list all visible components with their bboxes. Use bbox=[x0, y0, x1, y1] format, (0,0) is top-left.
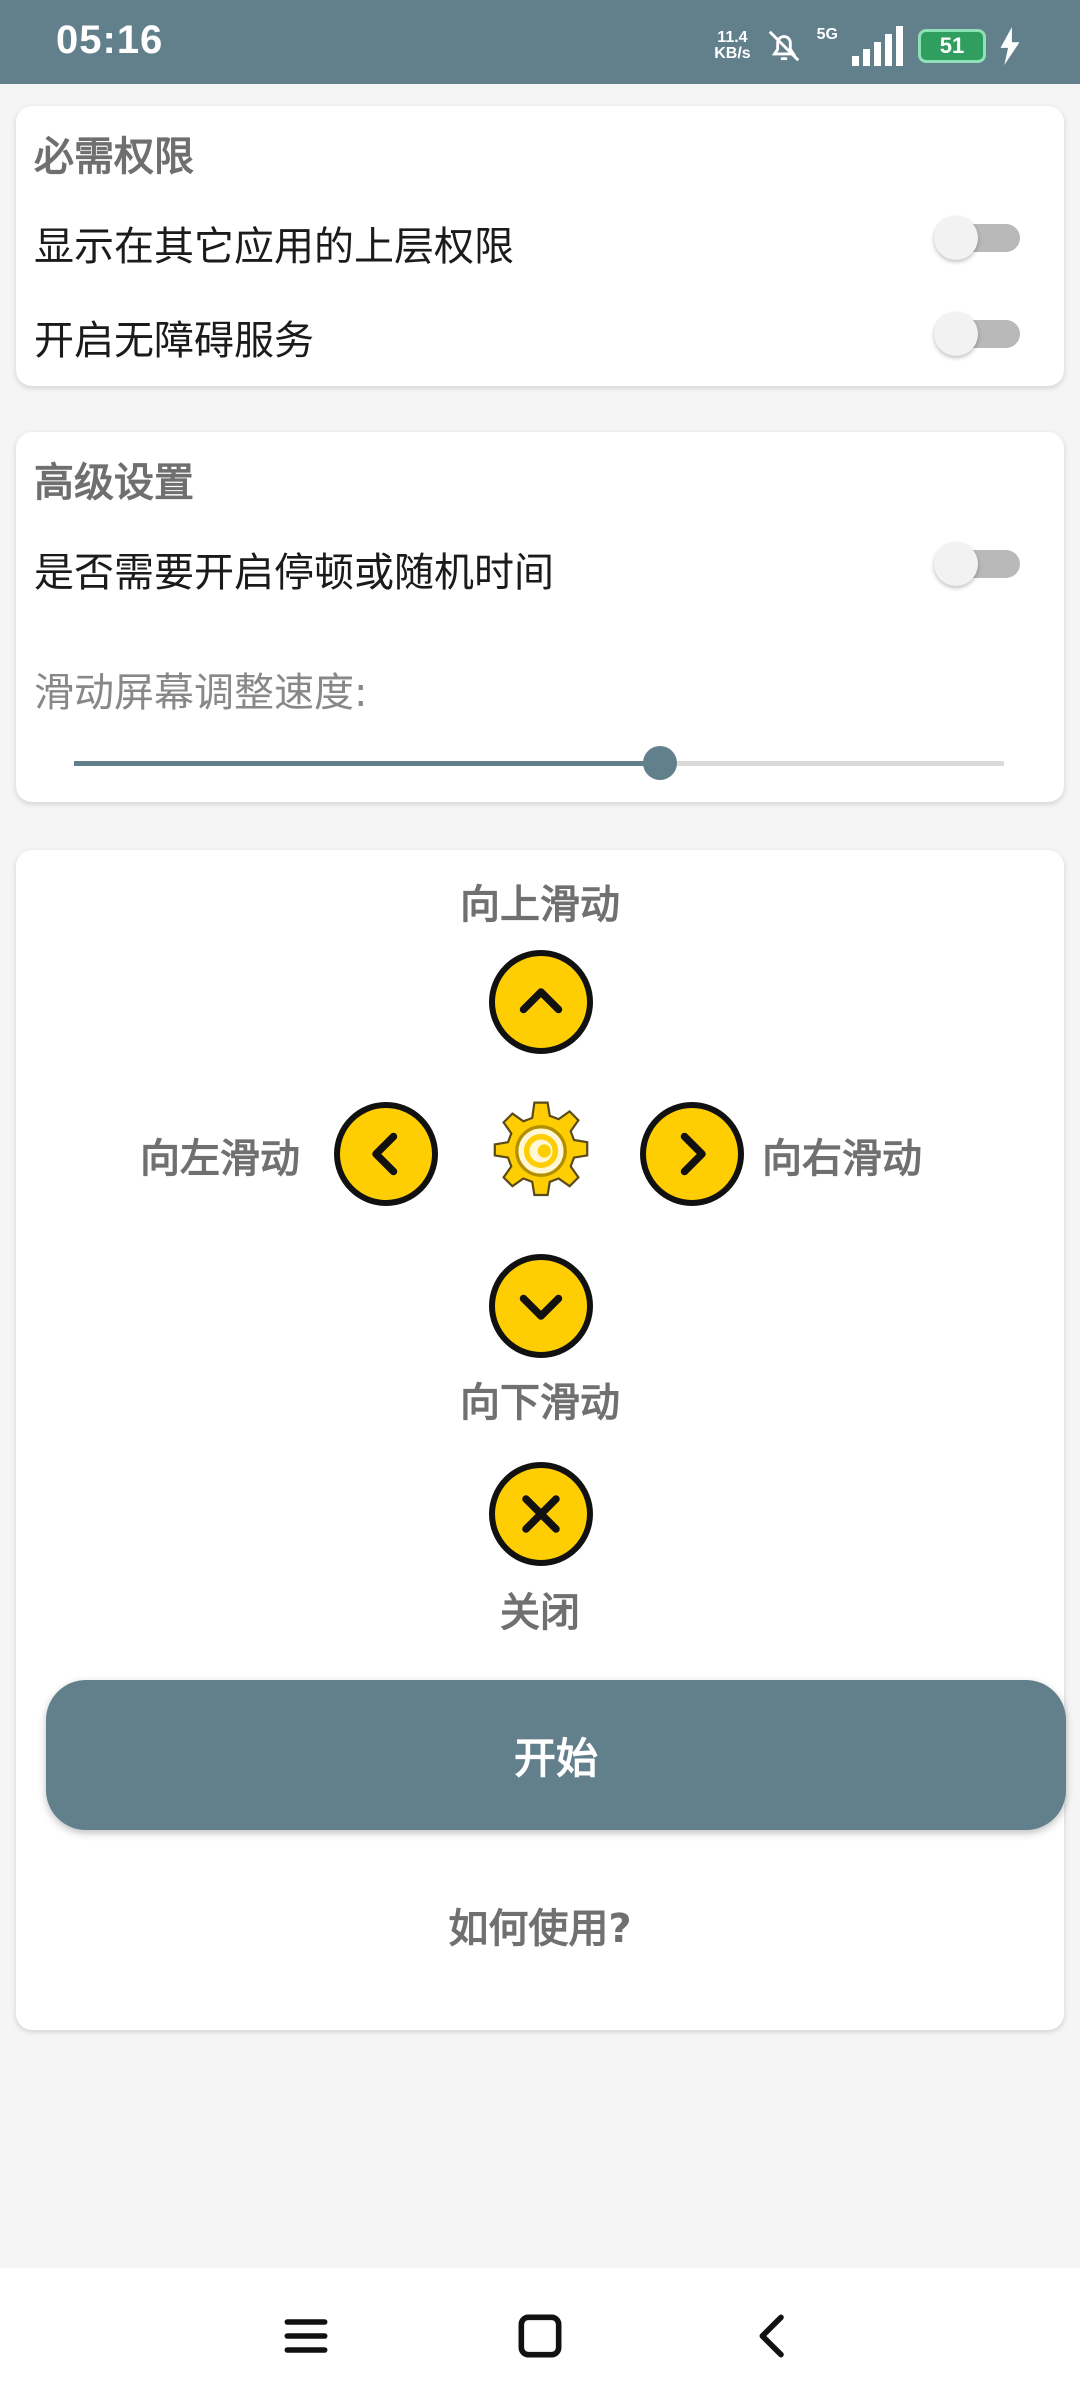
swipe-left-label: 向左滑动 bbox=[140, 1136, 300, 1182]
how-to-use-link[interactable]: 如何使用? bbox=[16, 1896, 1064, 1954]
network-speed: 11.4 KB/s bbox=[714, 29, 751, 62]
status-icons: 11.4 KB/s 5G 51 bbox=[714, 26, 1020, 66]
overlay-permission-label: 显示在其它应用的上层权限 bbox=[34, 224, 514, 270]
start-button[interactable]: 开始 bbox=[46, 1680, 1066, 1830]
controls-card: 向上滑动 向左滑动 向右滑动 向下滑动 关闭 开始 如何使用? bbox=[16, 850, 1066, 2030]
speed-slider-handle[interactable] bbox=[642, 746, 677, 780]
chevron-up-icon bbox=[519, 988, 563, 1014]
signal-icon bbox=[852, 26, 903, 66]
permissions-title: 必需权限 bbox=[34, 134, 194, 180]
close-label: 关闭 bbox=[500, 1590, 580, 1636]
settings-gear-icon[interactable] bbox=[486, 1096, 596, 1206]
battery-icon: 51 bbox=[918, 29, 986, 63]
status-bar: 05:16 11.4 KB/s 5G 51 bbox=[0, 0, 1080, 84]
signal-type: 5G bbox=[816, 26, 838, 43]
swipe-up-button[interactable] bbox=[489, 950, 593, 1054]
speed-slider[interactable] bbox=[74, 744, 1004, 784]
speed-label: 滑动屏幕调整速度: bbox=[34, 670, 368, 716]
swipe-left-button[interactable] bbox=[334, 1102, 438, 1206]
menu-icon[interactable] bbox=[278, 2308, 334, 2364]
accessibility-service-label: 开启无障碍服务 bbox=[34, 318, 314, 364]
chevron-down-icon bbox=[519, 1294, 563, 1320]
swipe-up-label: 向上滑动 bbox=[460, 882, 620, 928]
swipe-right-label: 向右滑动 bbox=[762, 1136, 922, 1182]
swipe-down-label: 向下滑动 bbox=[460, 1380, 620, 1426]
close-icon bbox=[522, 1495, 560, 1533]
chevron-left-icon bbox=[372, 1132, 398, 1176]
chevron-right-icon bbox=[680, 1132, 706, 1176]
back-icon[interactable] bbox=[746, 2308, 802, 2364]
advanced-title: 高级设置 bbox=[34, 460, 194, 506]
accessibility-service-switch[interactable] bbox=[934, 312, 1020, 356]
swipe-down-button[interactable] bbox=[489, 1254, 593, 1358]
close-button[interactable] bbox=[489, 1462, 593, 1566]
swipe-right-button[interactable] bbox=[640, 1102, 744, 1206]
status-time: 05:16 bbox=[56, 18, 164, 62]
navigation-bar bbox=[0, 2268, 1080, 2400]
mute-bell-icon bbox=[768, 30, 799, 62]
charging-icon bbox=[1000, 27, 1020, 65]
home-icon[interactable] bbox=[512, 2308, 568, 2364]
pause-random-label: 是否需要开启停顿或随机时间 bbox=[34, 550, 554, 596]
pause-random-switch[interactable] bbox=[934, 542, 1020, 586]
permissions-card: 必需权限 显示在其它应用的上层权限 开启无障碍服务 bbox=[16, 106, 1064, 386]
advanced-settings-card: 高级设置 是否需要开启停顿或随机时间 滑动屏幕调整速度: bbox=[16, 432, 1064, 802]
overlay-permission-switch[interactable] bbox=[934, 216, 1020, 260]
